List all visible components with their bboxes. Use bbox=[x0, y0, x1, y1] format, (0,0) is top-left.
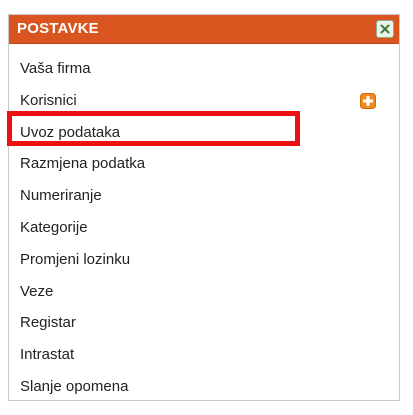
menu-item-label: Numeriranje bbox=[20, 187, 102, 205]
menu-item-promjeni-lozinku[interactable]: Promjeni lozinku bbox=[9, 244, 399, 276]
menu-item-label: Registar bbox=[20, 314, 76, 332]
menu-item-veze[interactable]: Veze bbox=[9, 276, 399, 308]
close-icon bbox=[380, 24, 390, 34]
menu-item-vasa-firma[interactable]: Vaša firma bbox=[9, 53, 399, 85]
menu-item-label: Kategorije bbox=[20, 218, 88, 236]
menu-item-numeriranje[interactable]: Numeriranje bbox=[9, 180, 399, 212]
menu-item-intrastat[interactable]: Intrastat bbox=[9, 339, 399, 371]
add-icon[interactable] bbox=[360, 92, 376, 109]
menu-item-label: Razmjena podatka bbox=[20, 155, 146, 173]
panel-header: POSTAVKE bbox=[9, 15, 399, 44]
menu-item-label: Vaša firma bbox=[20, 60, 91, 77]
menu-item-registar[interactable]: Registar bbox=[9, 307, 399, 339]
menu-item-label: Veze bbox=[20, 282, 54, 300]
settings-menu: Vaša firma Korisnici Uvoz podataka Razmj… bbox=[9, 53, 399, 403]
panel-title: POSTAVKE bbox=[17, 20, 99, 37]
settings-panel: POSTAVKE Vaša firma Korisnici Uvoz podat… bbox=[8, 14, 400, 401]
menu-item-razmjena-podatka[interactable]: Razmjena podatka bbox=[9, 148, 399, 180]
menu-item-slanje-opomena[interactable]: Slanje opomena bbox=[9, 371, 399, 403]
close-button[interactable] bbox=[376, 20, 394, 38]
menu-item-label: Korisnici bbox=[20, 91, 77, 109]
menu-item-label: Slanje opomena bbox=[20, 377, 129, 395]
menu-item-label: Uvoz podataka bbox=[20, 123, 121, 141]
menu-item-kategorije[interactable]: Kategorije bbox=[9, 212, 399, 244]
menu-item-label: Promjeni lozinku bbox=[20, 250, 131, 268]
menu-item-uvoz-podataka[interactable]: Uvoz podataka bbox=[9, 117, 399, 149]
menu-item-label: Intrastat bbox=[20, 346, 75, 364]
menu-item-korisnici[interactable]: Korisnici bbox=[9, 85, 399, 117]
